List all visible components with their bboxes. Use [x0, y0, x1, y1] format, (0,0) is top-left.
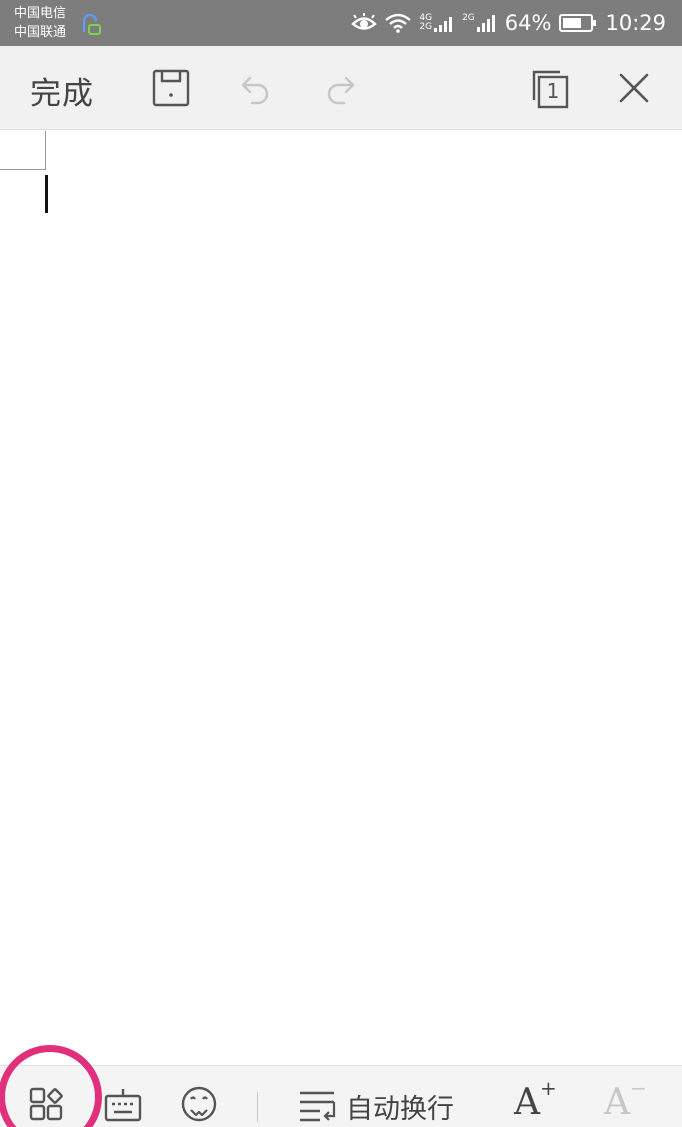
word-wrap-label: 自动换行	[346, 1093, 454, 1125]
signal-1: 4G 2G	[419, 14, 454, 32]
carrier-info: 中国电信 中国联通	[14, 4, 66, 42]
editor-toolbar: 完成 1	[0, 46, 682, 130]
emoji-icon[interactable]	[179, 1084, 219, 1124]
wifi-icon	[385, 13, 412, 33]
signal-icon	[434, 17, 453, 32]
redo-icon[interactable]	[320, 68, 360, 108]
font-decrease-label: A	[604, 1082, 630, 1123]
done-button[interactable]: 完成	[30, 68, 94, 113]
font-decrease-button[interactable]: A−	[604, 1076, 647, 1123]
keyboard-icon[interactable]	[103, 1084, 143, 1124]
undo-icon[interactable]	[236, 68, 276, 108]
word-wrap-button[interactable]: 自动换行	[298, 1086, 454, 1126]
page-view-icon[interactable]: 1	[530, 68, 572, 110]
page-margin-marker-horizontal	[0, 169, 46, 170]
font-increase-button[interactable]: A+	[514, 1076, 557, 1123]
bottom-toolbar: 自动换行 A+ A−	[0, 1065, 682, 1127]
status-bar: 中国电信 中国联通 4G 2G 2G 64% 10:29	[0, 0, 682, 46]
toolbar-divider	[257, 1092, 258, 1122]
eye-comfort-icon	[351, 13, 378, 30]
page-count: 1	[546, 79, 560, 103]
document-canvas[interactable]	[0, 131, 682, 1065]
minus-sign: −	[630, 1076, 647, 1100]
carrier-1: 中国电信	[14, 6, 67, 21]
battery-icon	[559, 14, 597, 32]
battery-percent: 64%	[504, 11, 552, 35]
network-type-2: 2G	[462, 13, 475, 23]
font-increase-label: A	[514, 1082, 540, 1123]
volte-icon	[83, 14, 101, 35]
close-icon[interactable]	[614, 68, 654, 108]
network-type-1b: 2G	[419, 22, 433, 32]
signal-icon	[476, 15, 495, 32]
save-icon[interactable]	[151, 68, 191, 108]
plus-sign: +	[540, 1076, 557, 1100]
status-icons: 4G 2G 2G 64% 10:29	[351, 0, 666, 46]
word-wrap-icon	[300, 1091, 336, 1122]
page-margin-marker-vertical	[45, 131, 46, 169]
signal-2: 2G	[462, 14, 497, 32]
carrier-2: 中国联通	[14, 25, 67, 40]
text-cursor	[45, 175, 48, 213]
clock: 10:29	[605, 11, 666, 35]
apps-grid-icon[interactable]	[28, 1084, 68, 1124]
